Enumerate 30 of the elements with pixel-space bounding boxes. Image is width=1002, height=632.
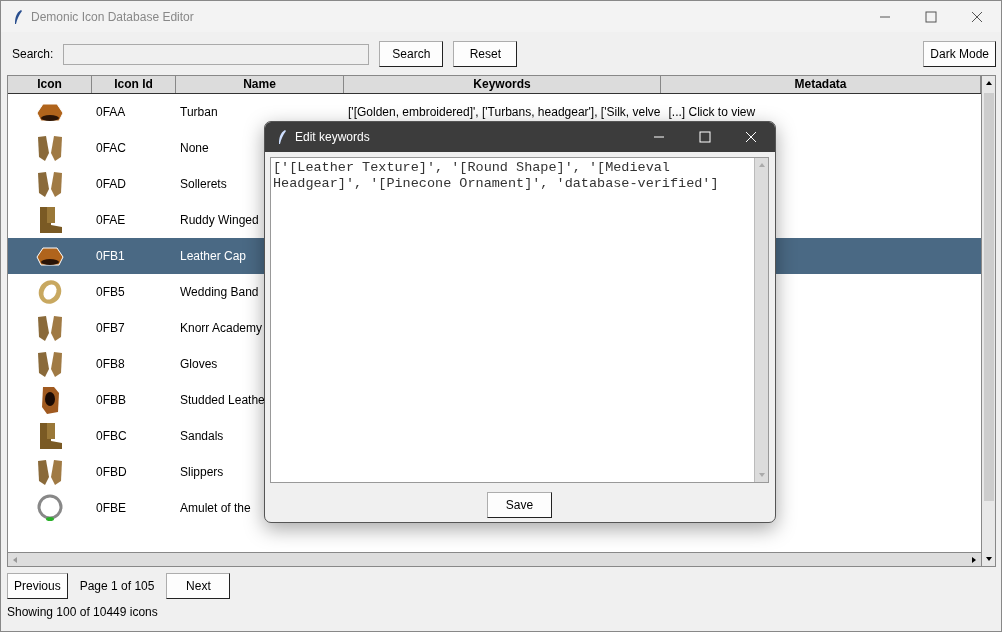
table-cell: 0FAD [96, 177, 126, 191]
table-cell: Ruddy Winged [180, 213, 259, 227]
table-cell: 0FBD [96, 465, 127, 479]
table-cell: Studded Leathe [180, 393, 265, 407]
table-cell: ['[Golden, embroidered]', ['Turbans, headgear'], ['Silk, velve [348, 105, 661, 119]
table-cell: Sollerets [180, 177, 227, 191]
table-cell: Leather Cap [180, 249, 247, 263]
table-cell: 0FBB [96, 393, 126, 407]
dialog-title: Edit keywords [295, 130, 370, 144]
status-text: Showing 100 of 10449 icons [6, 604, 159, 621]
table-cell: Amulet of the [180, 501, 251, 515]
table-cell: 0FB7 [96, 321, 125, 335]
table-cell: Slippers [180, 465, 224, 479]
table-cell: None [180, 141, 209, 155]
table-cell: 0FB8 [96, 357, 125, 371]
search-label: Search: [12, 47, 54, 61]
table-cell: 0FBE [96, 501, 126, 515]
table-cell: 0FAC [96, 141, 126, 155]
table-cell: Wedding Band [180, 285, 259, 299]
table-cell: Gloves [180, 357, 218, 371]
table-cell: 0FBC [96, 429, 127, 443]
table-cell: 0FAE [96, 213, 126, 227]
page-indicator: Page 1 of 105 [78, 579, 156, 593]
table-cell: Knorr Academy [180, 321, 263, 335]
window-title: Demonic Icon Database Editor [31, 9, 194, 24]
table-cell: 0FAA [96, 105, 126, 119]
table-cell: 0FB1 [96, 249, 125, 263]
table-cell: Sandals [180, 429, 224, 443]
table-cell: Turban [180, 105, 218, 119]
table-cell: 0FB5 [96, 285, 125, 299]
